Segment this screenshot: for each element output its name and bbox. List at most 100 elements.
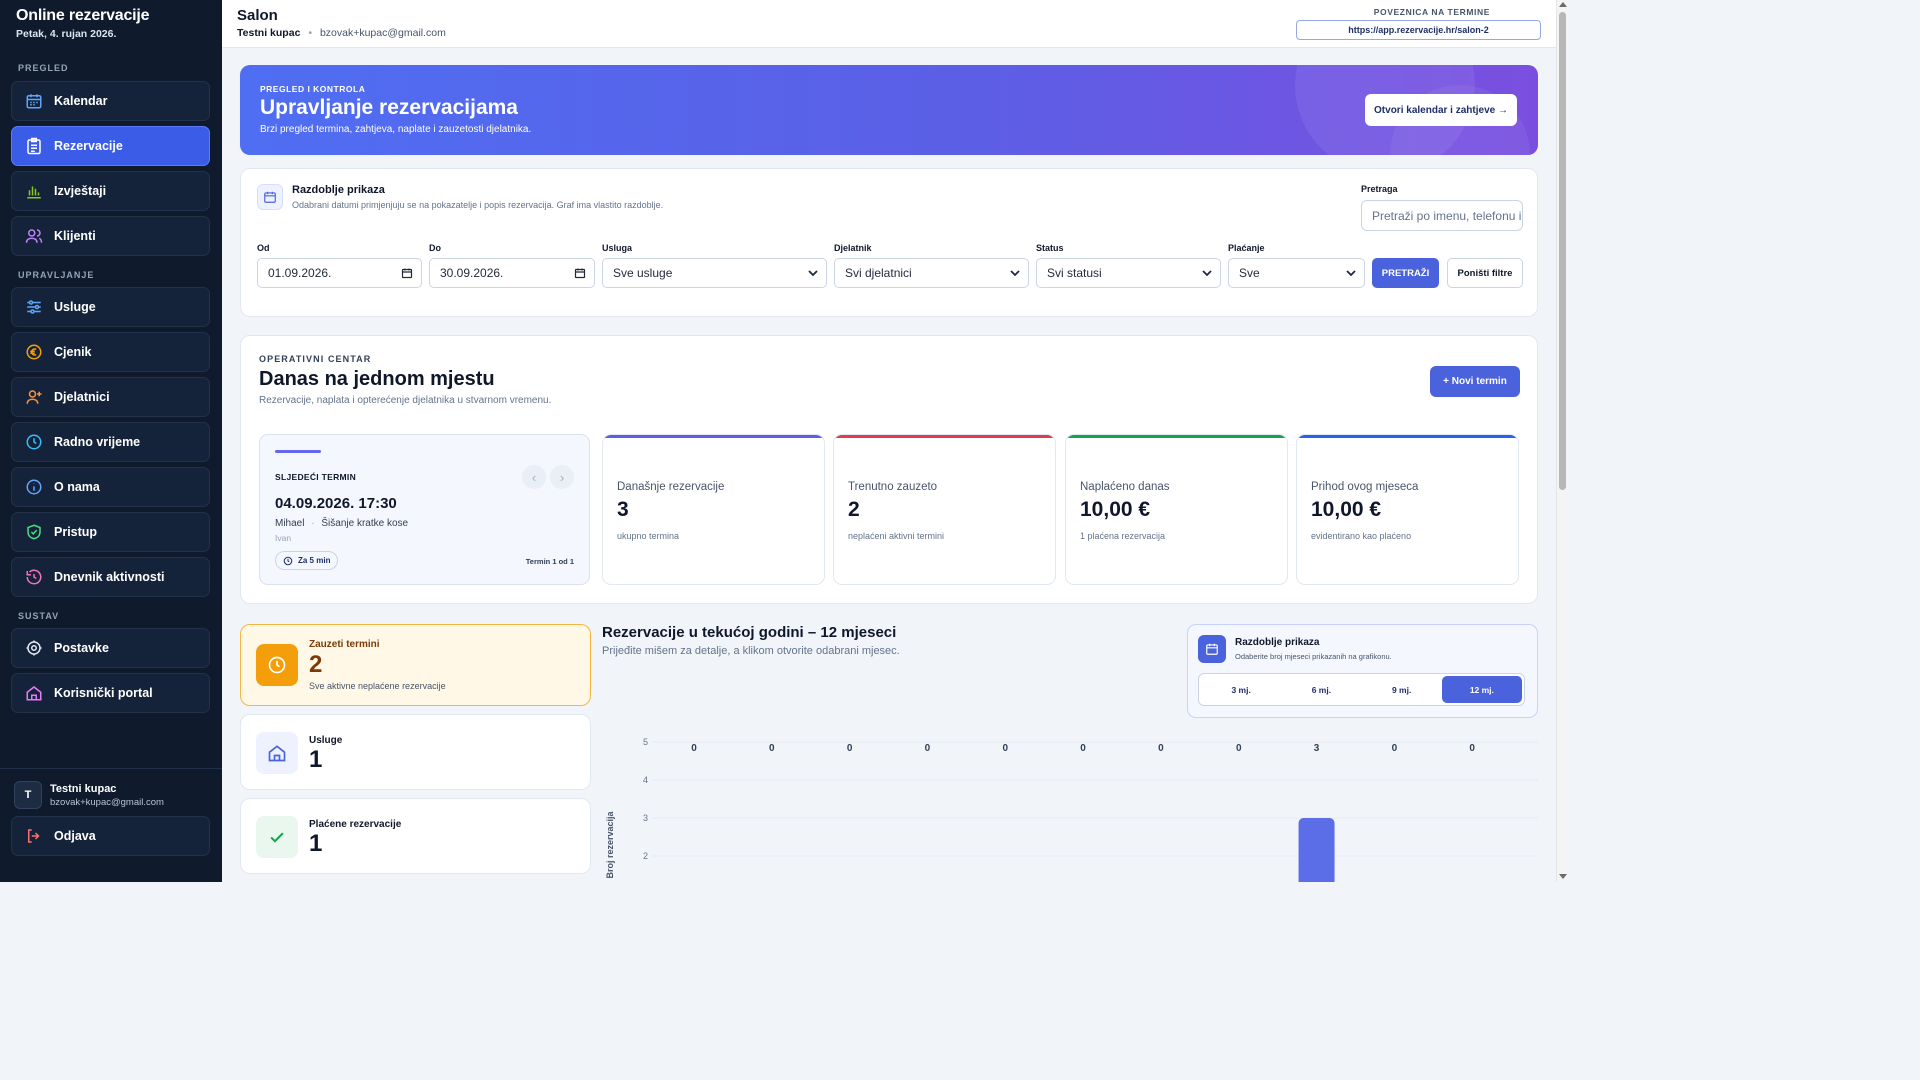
service-label: Usluga xyxy=(602,243,633,253)
payment-select[interactable]: Sve xyxy=(1228,258,1365,288)
prev-appointment-button[interactable]: ‹ xyxy=(522,465,546,489)
to-label: Do xyxy=(429,243,441,253)
data-label: 0 xyxy=(1392,743,1398,754)
sidebar-item-postavke[interactable]: Postavke xyxy=(11,628,210,668)
kpi-label: Današnje rezervacije xyxy=(617,481,725,493)
next-appointment-details: Mihael · Šišanje kratke kose xyxy=(275,518,408,529)
sidebar-item-rezervacije[interactable]: Rezervacije xyxy=(11,126,210,166)
staff-select-value: Svi djelatnici xyxy=(845,266,912,280)
scroll-down-arrow[interactable] xyxy=(1559,874,1567,879)
stat-label: Usluge xyxy=(309,735,343,746)
data-label: 0 xyxy=(691,743,697,754)
search-input[interactable]: Pretraži po imenu, telefonu i xyxy=(1361,200,1523,231)
data-label: 0 xyxy=(1469,743,1475,754)
user-name: Testni kupac xyxy=(50,783,117,795)
sidebar-item-izvjestaji[interactable]: Izvještaji xyxy=(11,171,210,211)
data-label: 0 xyxy=(769,743,775,754)
hero-subtitle: Brzi pregled termina, zahtjeva, naplate … xyxy=(260,124,532,135)
y-tick-label: 5 xyxy=(643,737,648,747)
new-appointment-button[interactable]: + Novi termin xyxy=(1430,366,1520,397)
y-tick-label: 3 xyxy=(643,813,648,823)
sidebar-item-korisnicki-portal[interactable]: Korisnički portal xyxy=(11,673,210,713)
logout-button[interactable]: Odjava xyxy=(11,816,210,856)
period-option-9[interactable]: 9 mj. xyxy=(1362,676,1442,703)
to-date-input[interactable]: 30.09.2026. xyxy=(429,258,595,288)
logout-label: Odjava xyxy=(54,829,96,843)
status-select[interactable]: Svi statusi xyxy=(1036,258,1221,288)
sidebar-item-klijenti[interactable]: Klijenti xyxy=(11,216,210,256)
stat-card-services[interactable]: Usluge 1 xyxy=(240,714,591,790)
reset-filters-button[interactable]: Poništi filtre xyxy=(1447,258,1523,288)
scrollbar[interactable] xyxy=(1556,0,1568,882)
sidebar-item-djelatnici[interactable]: Djelatnici xyxy=(11,377,210,417)
sidebar-item-label: Izvještaji xyxy=(54,184,107,198)
home-icon xyxy=(24,683,44,703)
sidebar-item-label: Postavke xyxy=(54,641,109,655)
search-button[interactable]: PRETRAŽI xyxy=(1372,258,1439,288)
appointment-counter: Termin 1 od 1 xyxy=(525,557,574,566)
kpi-label: Prihod ovog mjeseca xyxy=(1311,481,1419,493)
client-name: Mihael xyxy=(275,518,305,529)
sidebar-item-label: Radno vrijeme xyxy=(54,435,141,449)
check-icon xyxy=(256,816,298,858)
next-appointment-button[interactable]: › xyxy=(550,465,574,489)
chevron-down-icon xyxy=(1010,267,1020,282)
user-email: bzovak+kupac@gmail.com xyxy=(50,797,164,808)
chevron-down-icon xyxy=(1346,267,1356,282)
topbar: Salon Testni kupac • bzovak+kupac@gmail.… xyxy=(222,0,1556,48)
sidebar-item-label: Dnevnik aktivnosti xyxy=(54,570,165,584)
calendar-icon xyxy=(1198,635,1226,663)
section-label-sustav: SUSTAV xyxy=(18,611,60,621)
ops-kicker: OPERATIVNI CENTAR xyxy=(259,354,372,364)
data-label: 0 xyxy=(847,743,853,754)
status-select-value: Svi statusi xyxy=(1047,266,1102,280)
kpi-card-todays-bookings: Današnje rezervacije 3 ukupno termina xyxy=(602,434,825,585)
from-date-input[interactable]: 01.09.2026. xyxy=(257,258,422,288)
sidebar-item-o-nama[interactable]: O nama xyxy=(11,467,210,507)
booking-link[interactable]: https://app.rezervacije.hr/salon-2 xyxy=(1296,20,1541,40)
stat-card-busy-slots[interactable]: Zauzeti termini 2 Sve aktivne neplaćene … xyxy=(240,624,591,706)
staff-select[interactable]: Svi djelatnici xyxy=(834,258,1029,288)
logout-icon xyxy=(24,826,44,846)
scroll-thumb[interactable] xyxy=(1559,12,1566,490)
data-label: 0 xyxy=(1158,743,1164,754)
sidebar-item-label: Usluge xyxy=(54,300,96,314)
data-label: 0 xyxy=(1002,743,1008,754)
calendar-picker-icon[interactable] xyxy=(574,267,586,282)
hero-title: Upravljanje rezervacijama xyxy=(260,96,518,119)
calendar-icon xyxy=(24,91,44,111)
period-subtitle: Odaberite broj mjeseci prikazanih na gra… xyxy=(1235,652,1392,661)
sidebar-item-kalendar[interactable]: Kalendar xyxy=(11,81,210,121)
scroll-up-arrow[interactable] xyxy=(1559,2,1567,7)
kpi-accent-line xyxy=(603,435,824,438)
euro-icon xyxy=(24,342,44,362)
clipboard-icon xyxy=(24,136,44,156)
data-label: 0 xyxy=(1236,743,1242,754)
stat-card-paid-bookings[interactable]: Plaćene rezervacije 1 xyxy=(240,798,591,874)
sidebar-item-radno-vrijeme[interactable]: Radno vrijeme xyxy=(11,422,210,462)
sidebar-item-dnevnik-aktivnosti[interactable]: Dnevnik aktivnosti xyxy=(11,557,210,597)
next-appointment-card[interactable]: ‹ › SLJEDEĆI TERMIN 04.09.2026. 17:30 Mi… xyxy=(259,434,590,585)
period-title: Razdoblje prikaza xyxy=(1235,637,1320,648)
period-option-6[interactable]: 6 mj. xyxy=(1281,676,1361,703)
period-option-12[interactable]: 12 mj. xyxy=(1441,676,1522,703)
hero-banner: PREGLED I KONTROLA Upravljanje rezervaci… xyxy=(240,65,1538,155)
sidebar-item-pristup[interactable]: Pristup xyxy=(11,512,210,552)
ops-subtitle: Rezervacije, naplata i opterećenje djela… xyxy=(259,395,552,406)
kpi-value: 10,00 € xyxy=(1080,498,1151,521)
brand-title: Online rezervacije xyxy=(16,7,150,24)
hero-kicker: PREGLED I KONTROLA xyxy=(260,84,366,94)
calendar-picker-icon[interactable] xyxy=(401,267,413,282)
open-calendar-button[interactable]: Otvori kalendar i zahtjeve → xyxy=(1365,94,1517,126)
sidebar-item-label: Djelatnici xyxy=(54,390,110,404)
filters-title: Razdoblje prikaza xyxy=(292,184,385,196)
from-date-value: 01.09.2026. xyxy=(268,266,332,280)
dot-separator: · xyxy=(311,518,315,529)
history-icon xyxy=(24,567,44,587)
sidebar-item-label: Cjenik xyxy=(54,345,92,359)
sidebar-item-usluge[interactable]: Usluge xyxy=(11,287,210,327)
service-select[interactable]: Sve usluge xyxy=(602,258,827,288)
sidebar-item-cjenik[interactable]: Cjenik xyxy=(11,332,210,372)
period-option-3[interactable]: 3 mj. xyxy=(1201,676,1281,703)
sidebar-item-label: Rezervacije xyxy=(54,139,123,153)
